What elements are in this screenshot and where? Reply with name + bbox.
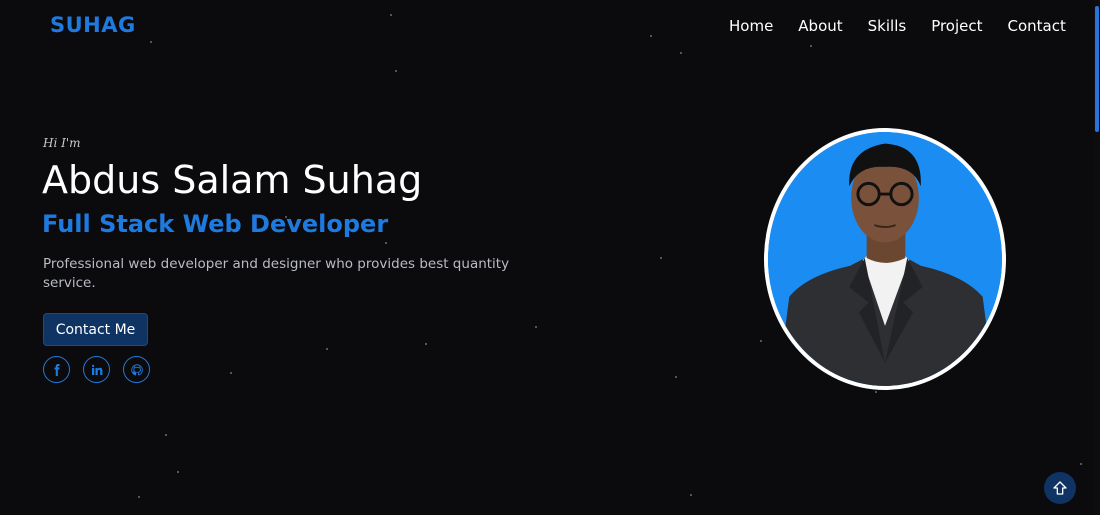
arrow-up-icon	[1053, 481, 1067, 495]
nav-link-contact[interactable]: Contact	[1008, 17, 1066, 35]
linkedin-link[interactable]	[83, 356, 110, 383]
site-logo[interactable]: SUHAG	[50, 13, 136, 37]
nav-link-project[interactable]: Project	[931, 17, 982, 35]
facebook-link[interactable]	[43, 356, 70, 383]
hero-greeting: Hi I'm	[43, 136, 81, 150]
github-icon	[130, 363, 143, 375]
contact-me-button[interactable]: Contact Me	[43, 313, 148, 346]
profile-photo	[764, 128, 1006, 390]
nav-link-about[interactable]: About	[798, 17, 842, 35]
nav-menu: Home About Skills Project Contact	[729, 17, 1066, 35]
hero-name: Abdus Salam Suhag	[42, 158, 423, 202]
nav-link-skills[interactable]: Skills	[868, 17, 907, 35]
scrollbar-thumb[interactable]	[1095, 6, 1099, 132]
github-link[interactable]	[123, 356, 150, 383]
linkedin-icon	[91, 364, 102, 375]
facebook-icon	[54, 363, 60, 376]
back-to-top-button[interactable]	[1044, 472, 1076, 504]
hero-role: Full Stack Web Developer	[42, 210, 389, 238]
portfolio-page: SUHAG Home About Skills Project Contact …	[0, 0, 1100, 515]
top-navbar: SUHAG Home About Skills Project Contact	[0, 0, 1100, 52]
nav-link-home[interactable]: Home	[729, 17, 773, 35]
page-scrollbar[interactable]	[1094, 0, 1100, 515]
profile-photo-illustration	[768, 132, 1002, 386]
hero-description: Professional web developer and designer …	[43, 256, 510, 291]
social-links	[43, 356, 150, 383]
